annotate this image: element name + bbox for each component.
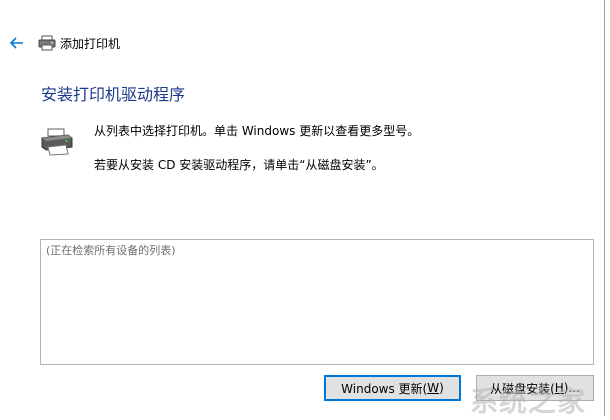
device-list[interactable]: (正在检索所有设备的列表) [40, 239, 594, 365]
install-from-disk-button[interactable]: 从磁盘安装(H)... [476, 375, 594, 401]
windows-update-button[interactable]: Windows 更新(W) [324, 375, 461, 401]
windows-update-label: Windows 更新( [341, 381, 428, 396]
install-from-disk-label: 从磁盘安装( [490, 381, 555, 396]
install-from-disk-suffix: )... [563, 381, 580, 395]
back-button[interactable] [8, 34, 26, 52]
title-bar: 添加打印机 [0, 0, 604, 60]
printer-icon [38, 35, 56, 51]
instruction-select-printer: 从列表中选择打印机。单击 Windows 更新以查看更多型号。 [94, 124, 420, 138]
windows-update-suffix: ) [439, 381, 444, 395]
window-right-border [604, 0, 605, 416]
back-arrow-icon [10, 37, 23, 49]
device-list-placeholder: (正在检索所有设备的列表) [46, 244, 176, 257]
page-heading: 安装打印机驱动程序 [41, 85, 186, 104]
window-title: 添加打印机 [60, 37, 121, 51]
instruction-install-from-disk: 若要从安装 CD 安装驱动程序，请单击“从磁盘安装”。 [94, 158, 384, 172]
windows-update-accesskey: W [427, 381, 440, 395]
install-from-disk-accesskey: H [554, 381, 564, 395]
printer-driver-icon [41, 128, 73, 156]
